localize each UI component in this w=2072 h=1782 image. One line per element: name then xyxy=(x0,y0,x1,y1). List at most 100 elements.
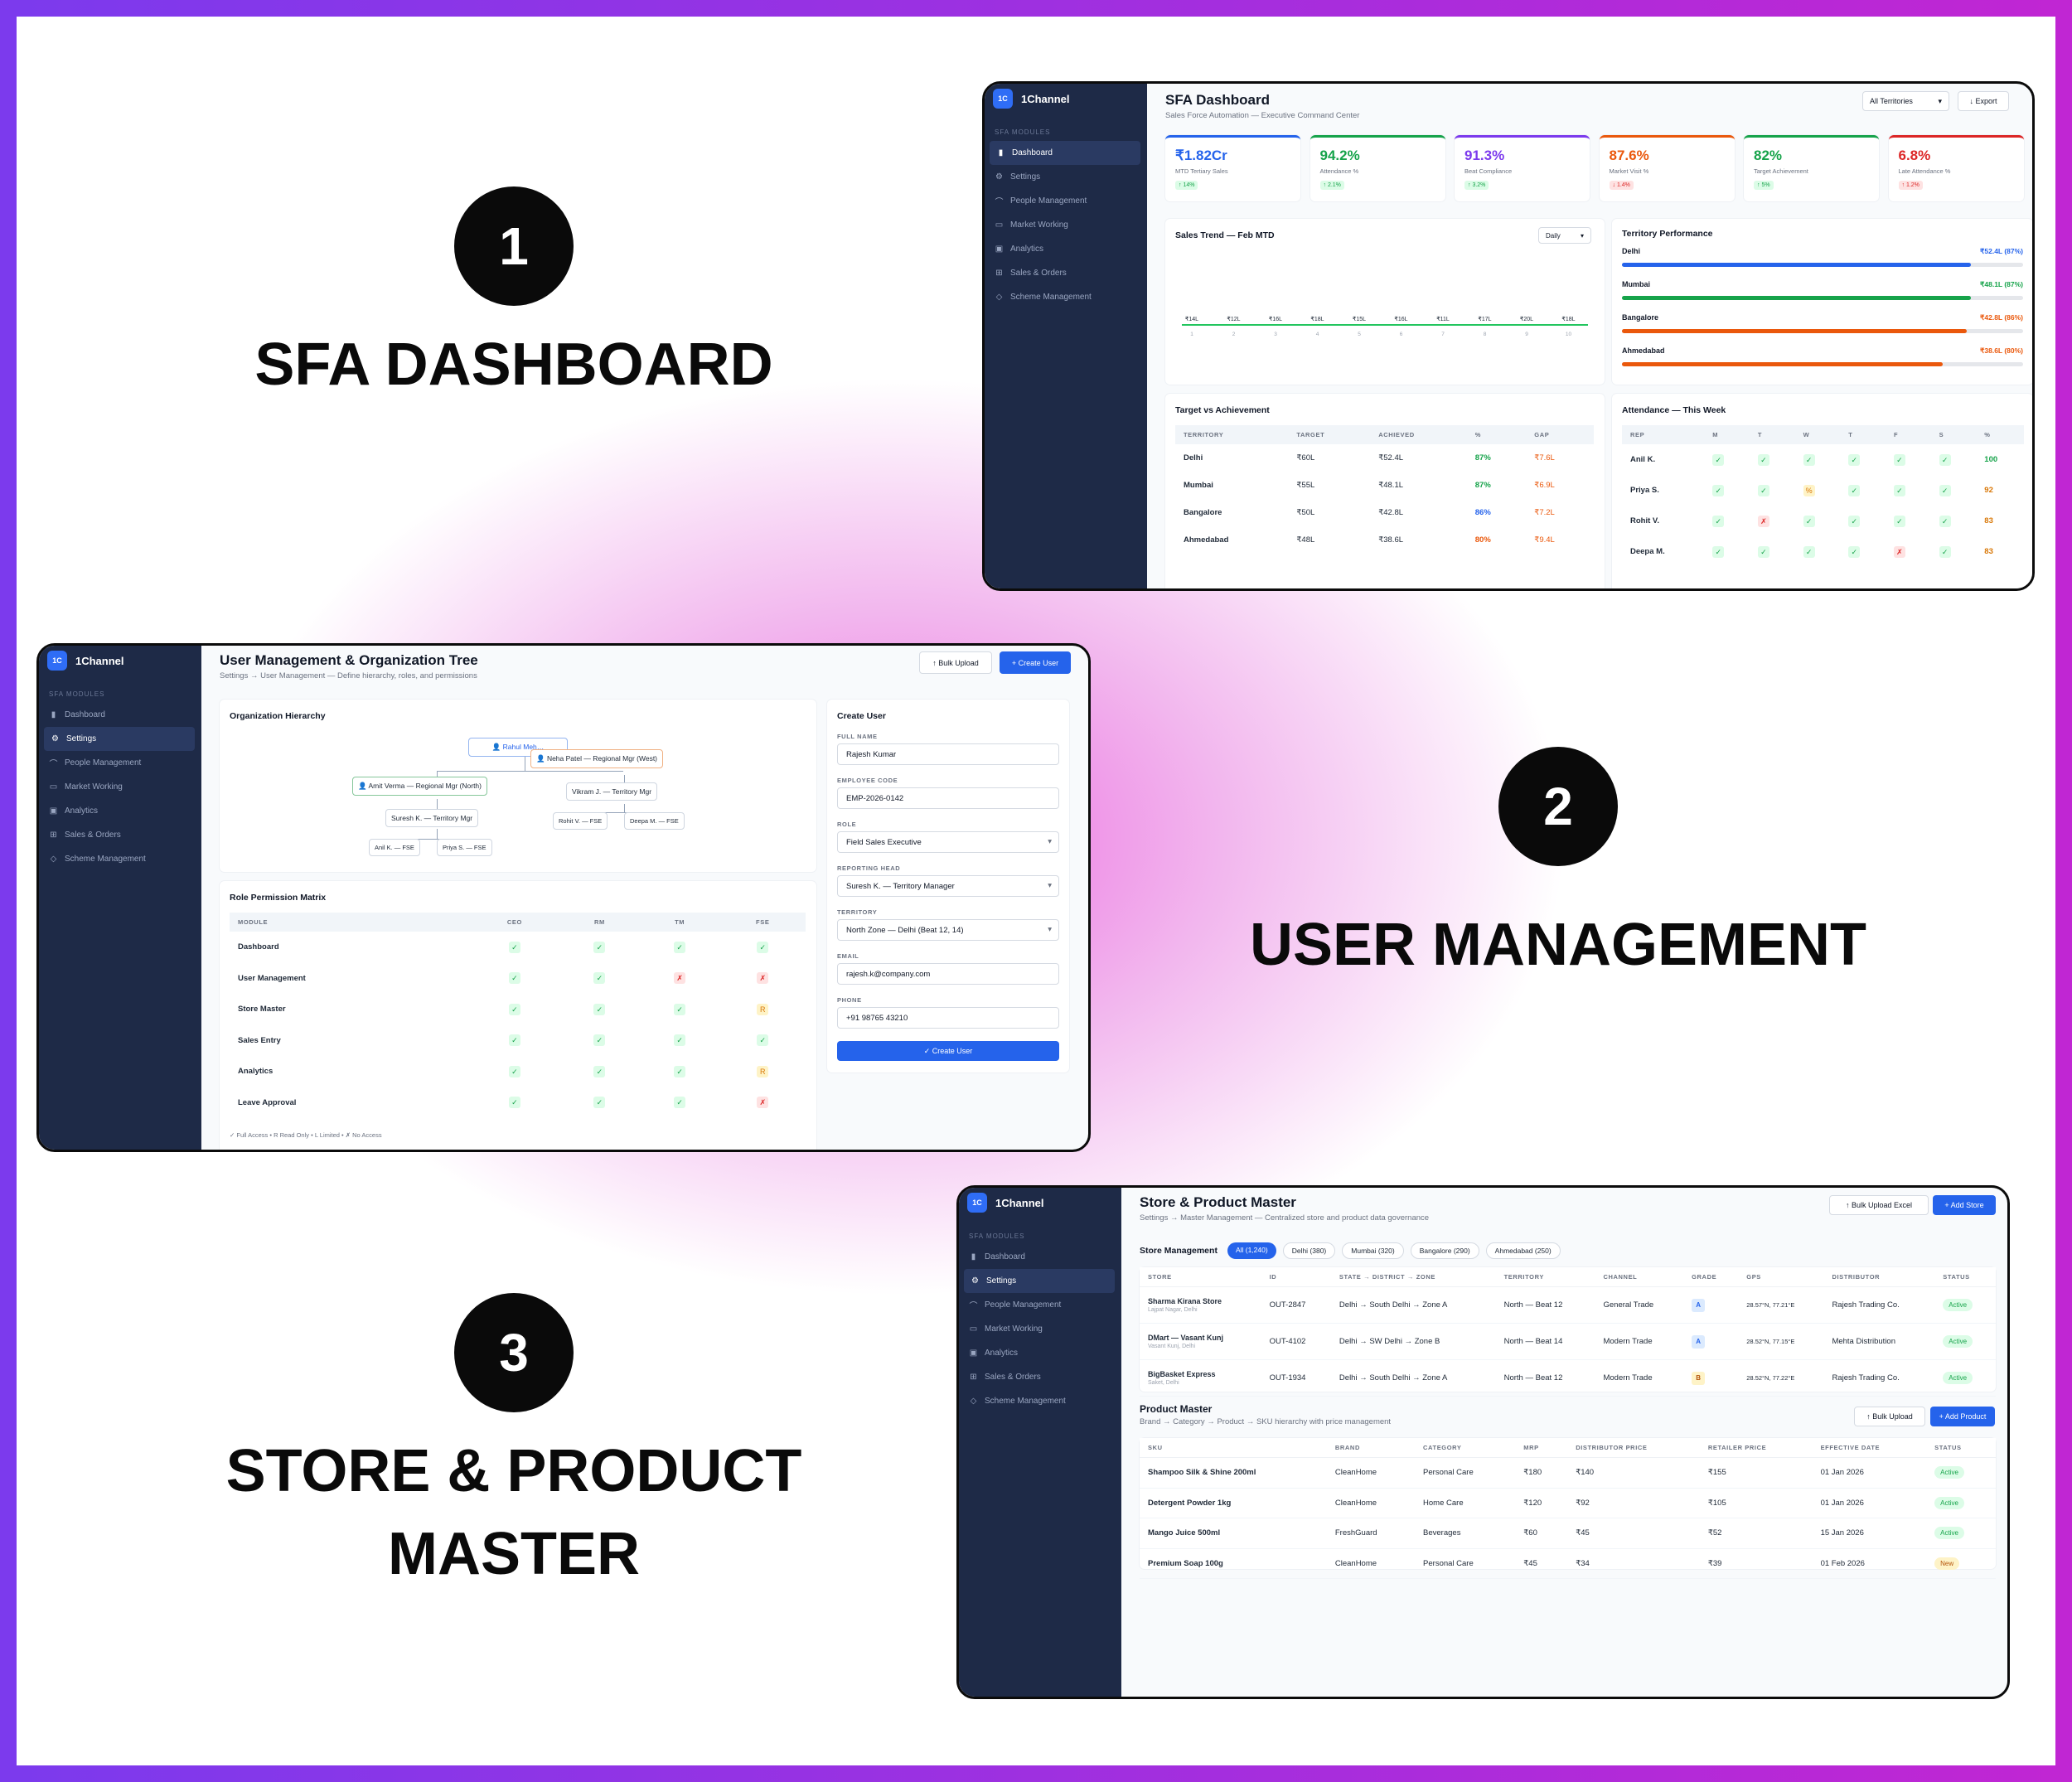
org-node-rm-west[interactable]: 👤 Neha Patel — Regional Mgr (West) xyxy=(530,749,664,768)
permission-cell[interactable]: ✓ xyxy=(470,932,559,963)
permission-cell[interactable]: ✓ xyxy=(640,932,720,963)
territory-chip[interactable]: Ahmedabad (250) xyxy=(1485,1242,1561,1259)
sidebar-item-sales[interactable]: ⊞ Sales & Orders xyxy=(959,1365,1121,1389)
territory-chip[interactable]: Mumbai (320) xyxy=(1342,1242,1404,1259)
permission-cell[interactable]: ✗ xyxy=(640,963,720,995)
territory-filter[interactable]: All Territories ▾ xyxy=(1862,91,1949,111)
permission-cell[interactable]: ✓ xyxy=(559,963,640,995)
brand[interactable]: 1C 1Channel xyxy=(39,646,201,676)
permission-cell[interactable]: ✓ xyxy=(470,963,559,995)
sidebar-item-analytics[interactable]: ▣ Analytics xyxy=(959,1341,1121,1365)
product-bulk-upload-button[interactable]: ↑ Bulk Upload xyxy=(1854,1407,1925,1426)
table-row[interactable]: Deepa M. ✓ ✓ ✓ ✓ ✗ ✓ 83 xyxy=(1622,536,2024,567)
permission-cell[interactable]: ✓ xyxy=(470,1087,559,1119)
table-row[interactable]: Mango Juice 500ml FreshGuard Beverages ₹60 ₹… xyxy=(1140,1518,1996,1548)
sidebar-item-analytics[interactable]: ▣ Analytics xyxy=(985,237,1147,261)
table-row[interactable]: Dashboard ✓ ✓ ✓ ✓ xyxy=(230,932,806,963)
sidebar-item-people[interactable]: ⌒ People Management xyxy=(39,751,201,775)
permission-cell[interactable]: ✓ xyxy=(470,994,559,1025)
brand[interactable]: 1C 1Channel xyxy=(959,1188,1121,1218)
sidebar-item-market[interactable]: ▭ Market Working xyxy=(985,213,1147,237)
select-field[interactable]: North Zone — Delhi (Beat 12, 14) ▾ xyxy=(837,919,1059,941)
sidebar-item-sales[interactable]: ⊞ Sales & Orders xyxy=(39,823,201,847)
kpi-card[interactable]: 87.6% Market Visit % ↓ 1.4% xyxy=(1599,135,1735,201)
sidebar-item-dashboard[interactable]: ▮ Dashboard xyxy=(959,1245,1121,1269)
territory-chip[interactable]: Bangalore (290) xyxy=(1410,1242,1479,1259)
export-button[interactable]: ↓ Export xyxy=(1958,91,2009,111)
sidebar-item-scheme[interactable]: ◇ Scheme Management xyxy=(39,847,201,871)
permission-cell[interactable]: ✗ xyxy=(719,963,806,995)
sidebar-item-dashboard[interactable]: ▮ Dashboard xyxy=(39,703,201,727)
table-row[interactable]: BigBasket Express Saket, Delhi OUT-1934 Del… xyxy=(1140,1360,1996,1397)
permission-cell[interactable]: ✓ xyxy=(640,994,720,1025)
text-field[interactable]: Rajesh Kumar xyxy=(837,743,1059,765)
add-store-button[interactable]: + Add Store xyxy=(1933,1195,1996,1215)
territory-chip[interactable]: All (1,240) xyxy=(1227,1242,1276,1259)
org-node-fse[interactable]: Deepa M. — FSE xyxy=(624,812,685,830)
table-row[interactable]: Mumbai ₹55L ₹48.1L 87% ₹6.9L xyxy=(1175,472,1594,499)
permission-cell[interactable]: R xyxy=(719,1056,806,1087)
territory-chip[interactable]: Delhi (380) xyxy=(1282,1242,1336,1259)
brand[interactable]: 1C 1Channel xyxy=(985,84,1147,114)
select-field[interactable]: Field Sales Executive ▾ xyxy=(837,831,1059,853)
table-row[interactable]: Priya S. ✓ ✓% ✓ ✓ ✓ 92 xyxy=(1622,475,2024,506)
table-row[interactable]: Sharma Kirana Store Lajpat Nagar, Delhi OU… xyxy=(1140,1287,1996,1324)
table-row[interactable]: Rohit V. ✓ ✗ ✓ ✓ ✓ ✓ 83 xyxy=(1622,506,2024,536)
permission-cell[interactable]: ✓ xyxy=(719,932,806,963)
table-row[interactable]: Bangalore ₹50L ₹42.8L 86% ₹7.2L xyxy=(1175,499,1594,526)
sidebar-item-settings[interactable]: ⚙ Settings xyxy=(964,1269,1115,1293)
bulk-upload-button[interactable]: ↑ Bulk Upload xyxy=(919,651,992,674)
sidebar-item-market[interactable]: ▭ Market Working xyxy=(959,1317,1121,1341)
table-row[interactable]: Store Master ✓ ✓ ✓ R xyxy=(230,994,806,1025)
sidebar-item-analytics[interactable]: ▣ Analytics xyxy=(39,799,201,823)
table-row[interactable]: Analytics ✓ ✓ ✓ R xyxy=(230,1056,806,1087)
sidebar-item-scheme[interactable]: ◇ Scheme Management xyxy=(985,285,1147,309)
permission-cell[interactable]: ✓ xyxy=(559,1025,640,1057)
kpi-card[interactable]: ₹1.82Cr MTD Tertiary Sales ↑ 14% xyxy=(1165,135,1300,201)
text-field[interactable]: +91 98765 43210 xyxy=(837,1007,1059,1029)
table-row[interactable]: Shampoo Silk & Shine 200ml CleanHome Perso… xyxy=(1140,1458,1996,1488)
org-node-fse[interactable]: Anil K. — FSE xyxy=(369,839,420,856)
table-row[interactable]: Detergent Powder 1kg CleanHome Home Care ₹1… xyxy=(1140,1488,1996,1518)
table-row[interactable]: User Management ✓ ✓ ✗ ✗ xyxy=(230,963,806,995)
sidebar-item-settings[interactable]: ⚙ Settings xyxy=(985,165,1147,189)
table-row[interactable]: Anil K. ✓ ✓ ✓ ✓ ✓ ✓ 100 xyxy=(1622,444,2024,475)
trend-mode-select[interactable]: Daily ▾ xyxy=(1538,227,1591,244)
kpi-card[interactable]: 94.2% Attendance % ↑ 2.1% xyxy=(1310,135,1445,201)
permission-cell[interactable]: ✗ xyxy=(719,1087,806,1119)
kpi-card[interactable]: 82% Target Achievement ↑ 5% xyxy=(1744,135,1879,201)
org-node-fse[interactable]: Rohit V. — FSE xyxy=(553,812,608,830)
table-row[interactable]: Delhi ₹60L ₹52.4L 87% ₹7.6L xyxy=(1175,444,1594,472)
permission-cell[interactable]: ✓ xyxy=(559,932,640,963)
sidebar-item-sales[interactable]: ⊞ Sales & Orders xyxy=(985,261,1147,285)
org-node-tm-2[interactable]: Vikram J. — Territory Mgr xyxy=(566,782,658,801)
table-row[interactable]: Ahmedabad ₹48L ₹38.6L 80% ₹9.4L xyxy=(1175,526,1594,554)
table-row[interactable]: Sales Entry ✓ ✓ ✓ ✓ xyxy=(230,1025,806,1057)
permission-cell[interactable]: ✓ xyxy=(640,1087,720,1119)
sidebar-item-people[interactable]: ⌒ People Management xyxy=(959,1293,1121,1317)
kpi-card[interactable]: 6.8% Late Attendance % ↑ 1.2% xyxy=(1888,135,2024,201)
permission-cell[interactable]: ✓ xyxy=(640,1025,720,1057)
create-user-button[interactable]: + Create User xyxy=(1000,651,1071,674)
permission-cell[interactable]: ✓ xyxy=(559,1087,640,1119)
permission-cell[interactable]: ✓ xyxy=(470,1056,559,1087)
submit-create-user-button[interactable]: ✓ Create User xyxy=(837,1041,1059,1061)
table-row[interactable]: Premium Soap 100g CleanHome Personal Care ₹… xyxy=(1140,1548,1996,1579)
add-product-button[interactable]: + Add Product xyxy=(1930,1407,1995,1426)
sidebar-item-market[interactable]: ▭ Market Working xyxy=(39,775,201,799)
org-node-rm-north[interactable]: 👤 Amit Verma — Regional Mgr (North) xyxy=(352,777,487,796)
kpi-card[interactable]: 91.3% Beat Compliance ↑ 3.2% xyxy=(1455,135,1590,201)
permission-cell[interactable]: R xyxy=(719,994,806,1025)
org-node-fse[interactable]: Priya S. — FSE xyxy=(437,839,492,856)
permission-cell[interactable]: ✓ xyxy=(559,994,640,1025)
sidebar-item-settings[interactable]: ⚙ Settings xyxy=(44,727,195,751)
permission-cell[interactable]: ✓ xyxy=(719,1025,806,1057)
sidebar-item-people[interactable]: ⌒ People Management xyxy=(985,189,1147,213)
text-field[interactable]: EMP-2026-0142 xyxy=(837,787,1059,809)
permission-cell[interactable]: ✓ xyxy=(470,1025,559,1057)
org-node-tm-1[interactable]: Suresh K. — Territory Mgr xyxy=(385,809,479,827)
table-row[interactable]: Leave Approval ✓ ✓ ✓ ✗ xyxy=(230,1087,806,1119)
sidebar-item-scheme[interactable]: ◇ Scheme Management xyxy=(959,1389,1121,1413)
permission-cell[interactable]: ✓ xyxy=(559,1056,640,1087)
bulk-upload-excel-button[interactable]: ↑ Bulk Upload Excel xyxy=(1829,1195,1929,1215)
